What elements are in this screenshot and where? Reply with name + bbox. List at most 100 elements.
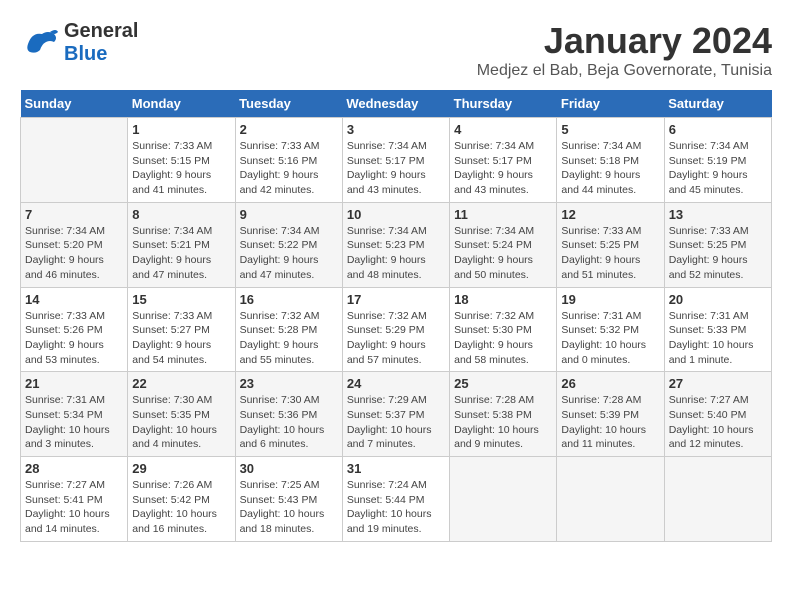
day-info: Sunrise: 7:28 AM Sunset: 5:38 PM Dayligh… bbox=[454, 393, 552, 452]
calendar-cell: 9 Sunrise: 7:34 AM Sunset: 5:22 PM Daylig… bbox=[235, 202, 342, 287]
day-number: 6 bbox=[669, 122, 767, 137]
day-number: 18 bbox=[454, 292, 552, 307]
day-number: 1 bbox=[132, 122, 230, 137]
day-info: Sunrise: 7:33 AM Sunset: 5:16 PM Dayligh… bbox=[240, 139, 338, 198]
calendar-cell: 22 Sunrise: 7:30 AM Sunset: 5:35 PM Dayli… bbox=[128, 372, 235, 457]
day-info: Sunrise: 7:27 AM Sunset: 5:41 PM Dayligh… bbox=[25, 478, 123, 537]
calendar-cell: 31 Sunrise: 7:24 AM Sunset: 5:44 PM Dayli… bbox=[342, 457, 449, 542]
day-number: 31 bbox=[347, 461, 445, 476]
title-section: January 2024 Medjez el Bab, Beja Governo… bbox=[477, 20, 772, 80]
calendar-cell: 20 Sunrise: 7:31 AM Sunset: 5:33 PM Dayli… bbox=[664, 287, 771, 372]
day-number: 2 bbox=[240, 122, 338, 137]
day-info: Sunrise: 7:27 AM Sunset: 5:40 PM Dayligh… bbox=[669, 393, 767, 452]
calendar-table: Sunday Monday Tuesday Wednesday Thursday… bbox=[20, 90, 772, 542]
calendar-cell: 30Sunrise: 7:25 AM Sunset: 5:43 PM Dayli… bbox=[235, 457, 342, 542]
day-info: Sunrise: 7:31 AM Sunset: 5:33 PM Dayligh… bbox=[669, 309, 767, 368]
day-info: Sunrise: 7:34 AM Sunset: 5:23 PM Dayligh… bbox=[347, 224, 445, 283]
day-info: Sunrise: 7:32 AM Sunset: 5:30 PM Dayligh… bbox=[454, 309, 552, 368]
calendar-cell bbox=[664, 457, 771, 542]
day-info: Sunrise: 7:24 AM Sunset: 5:44 PM Dayligh… bbox=[347, 478, 445, 537]
header-monday: Monday bbox=[128, 90, 235, 118]
week-row-1: 1 Sunrise: 7:33 AM Sunset: 5:15 PM Daylig… bbox=[21, 118, 772, 203]
day-info: Sunrise: 7:32 AM Sunset: 5:29 PM Dayligh… bbox=[347, 309, 445, 368]
day-number: 11 bbox=[454, 207, 552, 222]
calendar-cell: 27 Sunrise: 7:27 AM Sunset: 5:40 PM Dayli… bbox=[664, 372, 771, 457]
calendar-cell: 16Sunrise: 7:32 AM Sunset: 5:28 PM Dayli… bbox=[235, 287, 342, 372]
day-info: Sunrise: 7:34 AM Sunset: 5:19 PM Dayligh… bbox=[669, 139, 767, 198]
day-number: 20 bbox=[669, 292, 767, 307]
day-info: Sunrise: 7:33 AM Sunset: 5:25 PM Dayligh… bbox=[669, 224, 767, 283]
day-info: Sunrise: 7:34 AM Sunset: 5:17 PM Dayligh… bbox=[347, 139, 445, 198]
day-number: 24 bbox=[347, 376, 445, 391]
calendar-cell: 2 Sunrise: 7:33 AM Sunset: 5:16 PM Daylig… bbox=[235, 118, 342, 203]
calendar-cell: 15Sunrise: 7:33 AM Sunset: 5:27 PM Dayli… bbox=[128, 287, 235, 372]
day-info: Sunrise: 7:30 AM Sunset: 5:36 PM Dayligh… bbox=[240, 393, 338, 452]
day-number: 25 bbox=[454, 376, 552, 391]
day-info: Sunrise: 7:34 AM Sunset: 5:20 PM Dayligh… bbox=[25, 224, 123, 283]
logo-bird-icon bbox=[20, 24, 60, 62]
calendar-header-row: Sunday Monday Tuesday Wednesday Thursday… bbox=[21, 90, 772, 118]
day-info: Sunrise: 7:34 AM Sunset: 5:21 PM Dayligh… bbox=[132, 224, 230, 283]
calendar-cell: 26 Sunrise: 7:28 AM Sunset: 5:39 PM Dayli… bbox=[557, 372, 664, 457]
week-row-5: 28 Sunrise: 7:27 AM Sunset: 5:41 PM Dayli… bbox=[21, 457, 772, 542]
week-row-3: 14Sunrise: 7:33 AM Sunset: 5:26 PM Dayli… bbox=[21, 287, 772, 372]
header-sunday: Sunday bbox=[21, 90, 128, 118]
calendar-cell: 29 Sunrise: 7:26 AM Sunset: 5:42 PM Dayli… bbox=[128, 457, 235, 542]
day-info: Sunrise: 7:26 AM Sunset: 5:42 PM Dayligh… bbox=[132, 478, 230, 537]
day-info: Sunrise: 7:29 AM Sunset: 5:37 PM Dayligh… bbox=[347, 393, 445, 452]
day-info: Sunrise: 7:30 AM Sunset: 5:35 PM Dayligh… bbox=[132, 393, 230, 452]
calendar-cell: 11 Sunrise: 7:34 AM Sunset: 5:24 PM Dayli… bbox=[450, 202, 557, 287]
day-number: 17 bbox=[347, 292, 445, 307]
calendar-cell: 4Sunrise: 7:34 AM Sunset: 5:17 PM Daylig… bbox=[450, 118, 557, 203]
day-number: 8 bbox=[132, 207, 230, 222]
day-number: 13 bbox=[669, 207, 767, 222]
calendar-cell: 28 Sunrise: 7:27 AM Sunset: 5:41 PM Dayli… bbox=[21, 457, 128, 542]
day-info: Sunrise: 7:32 AM Sunset: 5:28 PM Dayligh… bbox=[240, 309, 338, 368]
calendar-cell: 14Sunrise: 7:33 AM Sunset: 5:26 PM Dayli… bbox=[21, 287, 128, 372]
day-info: Sunrise: 7:25 AM Sunset: 5:43 PM Dayligh… bbox=[240, 478, 338, 537]
logo-general-text: General bbox=[64, 20, 138, 42]
day-info: Sunrise: 7:31 AM Sunset: 5:34 PM Dayligh… bbox=[25, 393, 123, 452]
day-number: 19 bbox=[561, 292, 659, 307]
day-number: 27 bbox=[669, 376, 767, 391]
calendar-cell: 8 Sunrise: 7:34 AM Sunset: 5:21 PM Daylig… bbox=[128, 202, 235, 287]
day-info: Sunrise: 7:28 AM Sunset: 5:39 PM Dayligh… bbox=[561, 393, 659, 452]
day-number: 3 bbox=[347, 122, 445, 137]
day-number: 21 bbox=[25, 376, 123, 391]
calendar-cell: 7Sunrise: 7:34 AM Sunset: 5:20 PM Daylig… bbox=[21, 202, 128, 287]
day-info: Sunrise: 7:34 AM Sunset: 5:17 PM Dayligh… bbox=[454, 139, 552, 198]
day-info: Sunrise: 7:34 AM Sunset: 5:18 PM Dayligh… bbox=[561, 139, 659, 198]
day-number: 28 bbox=[25, 461, 123, 476]
day-info: Sunrise: 7:34 AM Sunset: 5:22 PM Dayligh… bbox=[240, 224, 338, 283]
day-info: Sunrise: 7:34 AM Sunset: 5:24 PM Dayligh… bbox=[454, 224, 552, 283]
calendar-cell: 21 Sunrise: 7:31 AM Sunset: 5:34 PM Dayli… bbox=[21, 372, 128, 457]
day-number: 26 bbox=[561, 376, 659, 391]
header-thursday: Thursday bbox=[450, 90, 557, 118]
day-number: 22 bbox=[132, 376, 230, 391]
calendar-cell: 1 Sunrise: 7:33 AM Sunset: 5:15 PM Daylig… bbox=[128, 118, 235, 203]
calendar-cell bbox=[21, 118, 128, 203]
calendar-cell: 5 Sunrise: 7:34 AM Sunset: 5:18 PM Daylig… bbox=[557, 118, 664, 203]
day-number: 23 bbox=[240, 376, 338, 391]
header-wednesday: Wednesday bbox=[342, 90, 449, 118]
calendar-cell: 18 Sunrise: 7:32 AM Sunset: 5:30 PM Dayli… bbox=[450, 287, 557, 372]
calendar-cell: 12Sunrise: 7:33 AM Sunset: 5:25 PM Dayli… bbox=[557, 202, 664, 287]
week-row-4: 21 Sunrise: 7:31 AM Sunset: 5:34 PM Dayli… bbox=[21, 372, 772, 457]
calendar-cell: 6 Sunrise: 7:34 AM Sunset: 5:19 PM Daylig… bbox=[664, 118, 771, 203]
header-saturday: Saturday bbox=[664, 90, 771, 118]
header-friday: Friday bbox=[557, 90, 664, 118]
day-number: 5 bbox=[561, 122, 659, 137]
calendar-cell bbox=[450, 457, 557, 542]
week-row-2: 7Sunrise: 7:34 AM Sunset: 5:20 PM Daylig… bbox=[21, 202, 772, 287]
location-subtitle: Medjez el Bab, Beja Governorate, Tunisia bbox=[477, 62, 772, 80]
page-header: General Blue January 2024 Medjez el Bab,… bbox=[20, 20, 772, 80]
day-number: 12 bbox=[561, 207, 659, 222]
day-info: Sunrise: 7:33 AM Sunset: 5:15 PM Dayligh… bbox=[132, 139, 230, 198]
day-number: 9 bbox=[240, 207, 338, 222]
logo: General Blue bbox=[20, 20, 138, 66]
calendar-cell bbox=[557, 457, 664, 542]
day-number: 10 bbox=[347, 207, 445, 222]
calendar-cell: 3 Sunrise: 7:34 AM Sunset: 5:17 PM Daylig… bbox=[342, 118, 449, 203]
header-tuesday: Tuesday bbox=[235, 90, 342, 118]
day-number: 29 bbox=[132, 461, 230, 476]
